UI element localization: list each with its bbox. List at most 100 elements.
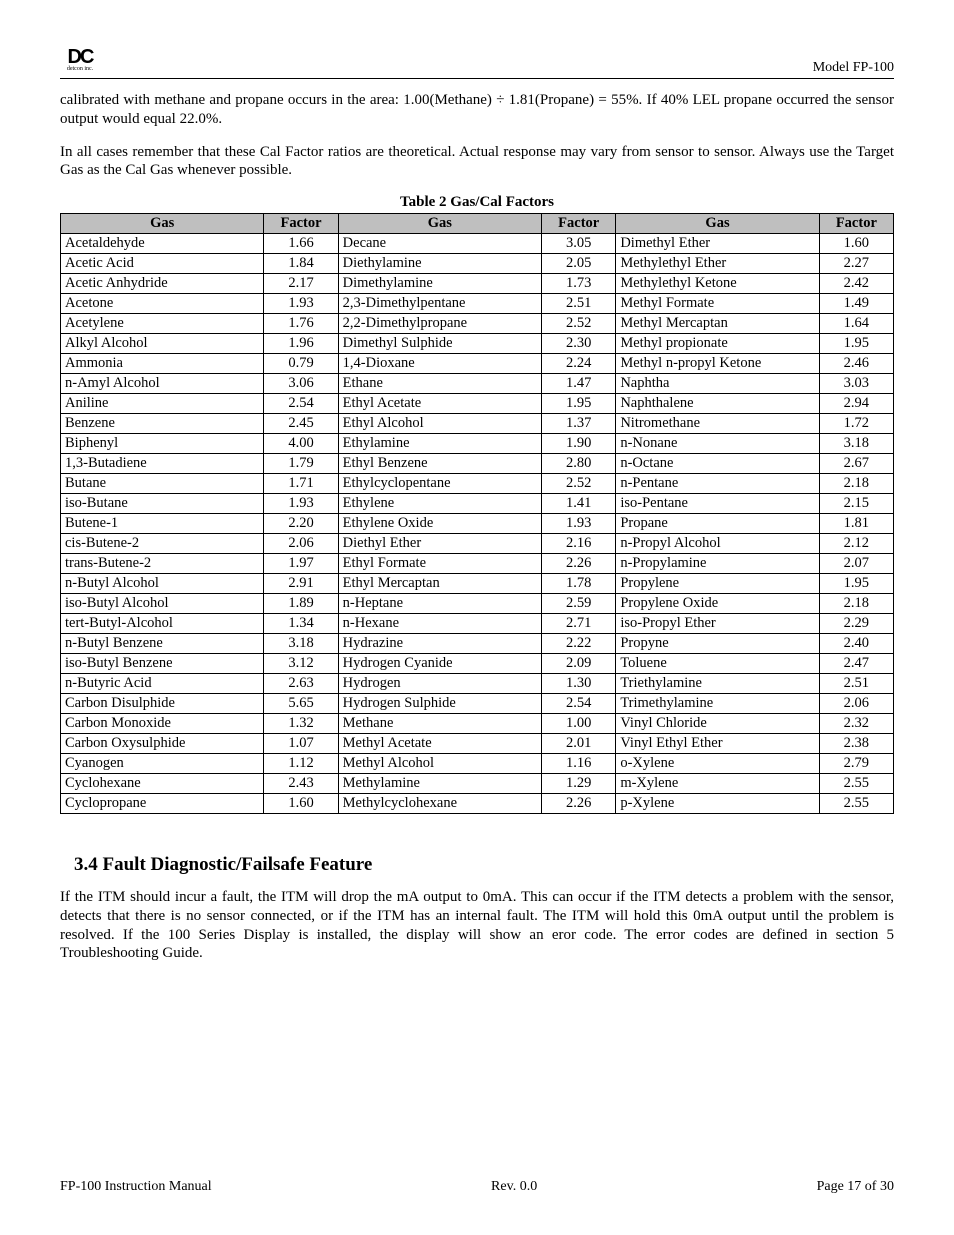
factor-cell: 1.95 — [819, 574, 893, 594]
table-row: tert-Butyl-Alcohol1.34n-Hexane2.71iso-Pr… — [61, 614, 894, 634]
factor-cell: 2.20 — [264, 514, 338, 534]
factor-cell: 1.07 — [264, 734, 338, 754]
gas-cell: n-Nonane — [616, 434, 819, 454]
gas-cell: Cyclopropane — [61, 794, 264, 814]
table-row: Acetylene1.762,2-Dimethylpropane2.52Meth… — [61, 314, 894, 334]
gas-cell: Hydrogen Sulphide — [338, 694, 541, 714]
gas-cell: Naphtha — [616, 374, 819, 394]
factor-cell: 1.93 — [542, 514, 616, 534]
factor-cell: 2.26 — [542, 554, 616, 574]
gas-cell: 1,3-Butadiene — [61, 454, 264, 474]
gas-cell: Methane — [338, 714, 541, 734]
gas-cell: Acetic Anhydride — [61, 274, 264, 294]
factor-cell: 1.81 — [819, 514, 893, 534]
gas-cell: Methyl n-propyl Ketone — [616, 354, 819, 374]
factor-cell: 3.05 — [542, 234, 616, 254]
table-row: n-Amyl Alcohol3.06Ethane1.47Naphtha3.03 — [61, 374, 894, 394]
paragraph-2: In all cases remember that these Cal Fac… — [60, 143, 894, 181]
gas-cell: Triethylamine — [616, 674, 819, 694]
gas-cell: m-Xylene — [616, 774, 819, 794]
gas-cell: Biphenyl — [61, 434, 264, 454]
gas-cell: Carbon Monoxide — [61, 714, 264, 734]
table-header-row: Gas Factor Gas Factor Gas Factor — [61, 214, 894, 234]
factor-cell: 2.29 — [819, 614, 893, 634]
table-row: cis-Butene-22.06Diethyl Ether2.16n-Propy… — [61, 534, 894, 554]
factor-cell: 2.51 — [542, 294, 616, 314]
gas-cell: Carbon Disulphide — [61, 694, 264, 714]
table-row: iso-Butyl Alcohol1.89n-Heptane2.59Propyl… — [61, 594, 894, 614]
gas-cal-factors-table: Gas Factor Gas Factor Gas Factor Acetald… — [60, 213, 894, 814]
factor-cell: 1.76 — [264, 314, 338, 334]
gas-cell: Vinyl Ethyl Ether — [616, 734, 819, 754]
gas-cell: Methyl Acetate — [338, 734, 541, 754]
factor-cell: 2.24 — [542, 354, 616, 374]
table-row: Biphenyl4.00Ethylamine1.90n-Nonane3.18 — [61, 434, 894, 454]
gas-cell: Methyl Formate — [616, 294, 819, 314]
factor-cell: 2.52 — [542, 474, 616, 494]
table-row: Carbon Oxysulphide1.07Methyl Acetate2.01… — [61, 734, 894, 754]
factor-cell: 3.12 — [264, 654, 338, 674]
factor-cell: 2.06 — [819, 694, 893, 714]
table-row: n-Butyl Alcohol2.91Ethyl Mercaptan1.78Pr… — [61, 574, 894, 594]
gas-cell: n-Butyl Benzene — [61, 634, 264, 654]
table-row: 1,3-Butadiene1.79Ethyl Benzene2.80n-Octa… — [61, 454, 894, 474]
factor-cell: 2.51 — [819, 674, 893, 694]
gas-cell: Hydrazine — [338, 634, 541, 654]
gas-cell: Aniline — [61, 394, 264, 414]
factor-cell: 1.93 — [264, 494, 338, 514]
gas-cell: Methyl propionate — [616, 334, 819, 354]
gas-cell: Dimethyl Ether — [616, 234, 819, 254]
factor-cell: 2.09 — [542, 654, 616, 674]
gas-cell: iso-Pentane — [616, 494, 819, 514]
table-row: Ammonia0.791,4-Dioxane2.24Methyl n-propy… — [61, 354, 894, 374]
gas-cell: n-Propyl Alcohol — [616, 534, 819, 554]
col-header: Factor — [264, 214, 338, 234]
gas-cell: Propane — [616, 514, 819, 534]
factor-cell: 2.52 — [542, 314, 616, 334]
gas-cell: Carbon Oxysulphide — [61, 734, 264, 754]
table-row: Alkyl Alcohol1.96Dimethyl Sulphide2.30Me… — [61, 334, 894, 354]
gas-cell: trans-Butene-2 — [61, 554, 264, 574]
factor-cell: 2.47 — [819, 654, 893, 674]
gas-cell: Diethyl Ether — [338, 534, 541, 554]
gas-cell: Ethylcyclopentane — [338, 474, 541, 494]
factor-cell: 4.00 — [264, 434, 338, 454]
factor-cell: 2.05 — [542, 254, 616, 274]
table-row: Acetaldehyde1.66Decane3.05Dimethyl Ether… — [61, 234, 894, 254]
factor-cell: 1.00 — [542, 714, 616, 734]
factor-cell: 1.64 — [819, 314, 893, 334]
factor-cell: 2.26 — [542, 794, 616, 814]
factor-cell: 1.30 — [542, 674, 616, 694]
gas-cell: Acetaldehyde — [61, 234, 264, 254]
gas-cell: Acetylene — [61, 314, 264, 334]
gas-cell: Benzene — [61, 414, 264, 434]
factor-cell: 2.55 — [819, 774, 893, 794]
factor-cell: 1.96 — [264, 334, 338, 354]
section-body: If the ITM should incur a fault, the ITM… — [60, 888, 894, 963]
factor-cell: 1.71 — [264, 474, 338, 494]
gas-cell: n-Octane — [616, 454, 819, 474]
gas-cell: n-Butyl Alcohol — [61, 574, 264, 594]
table-row: trans-Butene-21.97Ethyl Formate2.26n-Pro… — [61, 554, 894, 574]
gas-cell: 1,4-Dioxane — [338, 354, 541, 374]
footer-right: Page 17 of 30 — [817, 1179, 894, 1195]
page-header: DC detcon inc. Model FP-100 — [60, 48, 894, 79]
gas-cell: Ethane — [338, 374, 541, 394]
gas-cell: Dimethyl Sulphide — [338, 334, 541, 354]
gas-cell: n-Amyl Alcohol — [61, 374, 264, 394]
col-header: Factor — [819, 214, 893, 234]
factor-cell: 3.18 — [264, 634, 338, 654]
table-row: Benzene2.45Ethyl Alcohol1.37Nitromethane… — [61, 414, 894, 434]
table-row: Acetic Acid1.84Diethylamine2.05Methyleth… — [61, 254, 894, 274]
factor-cell: 2.59 — [542, 594, 616, 614]
factor-cell: 1.60 — [819, 234, 893, 254]
gas-cell: p-Xylene — [616, 794, 819, 814]
gas-cell: n-Butyric Acid — [61, 674, 264, 694]
factor-cell: 2.94 — [819, 394, 893, 414]
factor-cell: 2.91 — [264, 574, 338, 594]
paragraph-1: calibrated with methane and propane occu… — [60, 91, 894, 129]
factor-cell: 2.63 — [264, 674, 338, 694]
logo-text: DC — [68, 48, 93, 66]
gas-cell: Diethylamine — [338, 254, 541, 274]
gas-cell: Nitromethane — [616, 414, 819, 434]
